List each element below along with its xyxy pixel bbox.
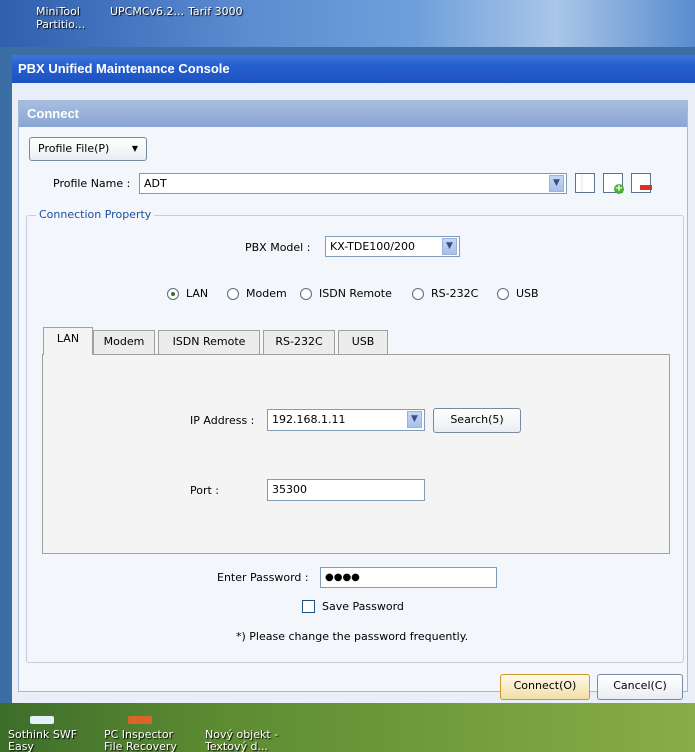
search-button[interactable]: Search(5) <box>433 408 521 433</box>
tab-rs232c-label: RS-232C <box>275 335 323 348</box>
chevron-down-icon: ▼ <box>131 144 138 153</box>
password-value: ●●●● <box>325 572 360 583</box>
radio-modem-label[interactable]: Modem <box>246 287 287 300</box>
panel-title: Connect <box>27 106 79 121</box>
pbx-model-select[interactable]: KX-TDE100/200 ▼ <box>325 236 460 257</box>
radio-usb-label[interactable]: USB <box>516 287 539 300</box>
desktop-icon-novy-objekt[interactable]: Nový objekt - Textový d... <box>205 729 278 752</box>
profile-name-label: Profile Name : <box>53 177 131 190</box>
port-label: Port : <box>190 484 220 497</box>
radio-rs232c-label[interactable]: RS-232C <box>431 287 478 300</box>
password-note: *) Please change the password frequently… <box>236 630 469 643</box>
radio-lan-label[interactable]: LAN <box>186 287 208 300</box>
save-password-label[interactable]: Save Password <box>322 600 404 613</box>
desktop-icon-pc-inspector[interactable]: PC Inspector File Recovery <box>104 729 177 752</box>
connect-button[interactable]: Connect(O) <box>500 674 590 700</box>
radio-isdn-remote[interactable] <box>300 288 312 300</box>
cancel-button[interactable]: Cancel(C) <box>597 674 683 700</box>
port-value: 35300 <box>272 483 307 496</box>
radio-isdn-remote-label[interactable]: ISDN Remote <box>319 287 392 300</box>
window-title: PBX Unified Maintenance Console <box>18 61 230 76</box>
tab-isdn-remote-label: ISDN Remote <box>172 335 246 348</box>
profile-file-label: Profile File(P) <box>38 142 110 155</box>
cancel-button-label: Cancel(C) <box>613 679 667 692</box>
profile-file-button[interactable]: Profile File(P) ▼ <box>29 137 147 161</box>
desktop-icon-upcmc[interactable]: UPCMCv6.2... <box>110 5 184 18</box>
search-button-label: Search(5) <box>450 413 504 426</box>
enter-password-label: Enter Password : <box>217 571 309 584</box>
tab-modem[interactable]: Modem <box>93 330 155 354</box>
tab-rs232c[interactable]: RS-232C <box>263 330 335 354</box>
tab-content-lan <box>42 354 670 554</box>
desktop-icon-tarif[interactable]: Tarif 3000 <box>188 5 243 18</box>
tab-isdn-remote[interactable]: ISDN Remote <box>158 330 260 354</box>
desktop-icon-minitool[interactable]: MiniTool Partitio... <box>36 5 85 31</box>
profile-name-select[interactable]: ADT ▼ <box>139 173 567 194</box>
ip-address-select[interactable]: 192.168.1.11 ▼ <box>267 409 425 431</box>
save-password-checkbox[interactable] <box>302 600 315 613</box>
desktop-bottom-strip: Sothink SWF Easy PC Inspector File Recov… <box>0 703 695 752</box>
ip-address-value: 192.168.1.11 <box>272 413 346 426</box>
pbx-model-value: KX-TDE100/200 <box>330 240 415 253</box>
profile-table-icon[interactable] <box>575 173 595 193</box>
port-field[interactable]: 35300 <box>267 479 425 501</box>
pc-inspector-icon <box>128 716 152 724</box>
connect-button-label: Connect(O) <box>513 679 577 692</box>
profile-delete-icon[interactable] <box>631 173 652 193</box>
radio-usb[interactable] <box>497 288 509 300</box>
radio-lan[interactable] <box>167 288 179 300</box>
sothink-icon <box>30 716 54 724</box>
desktop-icon-sothink[interactable]: Sothink SWF Easy <box>8 729 77 752</box>
tab-usb-label: USB <box>351 335 375 348</box>
chevron-down-icon[interactable]: ▼ <box>549 175 564 192</box>
radio-modem[interactable] <box>227 288 239 300</box>
panel-header: Connect <box>19 101 687 127</box>
tab-lan-label: LAN <box>56 332 80 345</box>
desktop-top-strip: MiniTool Partitio... UPCMCv6.2... Tarif … <box>0 0 695 47</box>
connection-property-label: Connection Property <box>36 208 155 221</box>
window-title-bar[interactable]: PBX Unified Maintenance Console <box>12 55 695 83</box>
tab-lan[interactable]: LAN <box>43 327 93 355</box>
profile-add-icon[interactable]: + <box>603 173 624 194</box>
ip-address-label: IP Address : <box>190 414 255 427</box>
profile-name-value: ADT <box>144 177 167 190</box>
pbx-model-label: PBX Model : <box>245 241 311 254</box>
chevron-down-icon[interactable]: ▼ <box>407 411 422 428</box>
radio-rs232c[interactable] <box>412 288 424 300</box>
tab-modem-label: Modem <box>103 335 145 348</box>
chevron-down-icon[interactable]: ▼ <box>442 238 457 255</box>
tab-usb[interactable]: USB <box>338 330 388 354</box>
password-field[interactable]: ●●●● <box>320 567 497 588</box>
